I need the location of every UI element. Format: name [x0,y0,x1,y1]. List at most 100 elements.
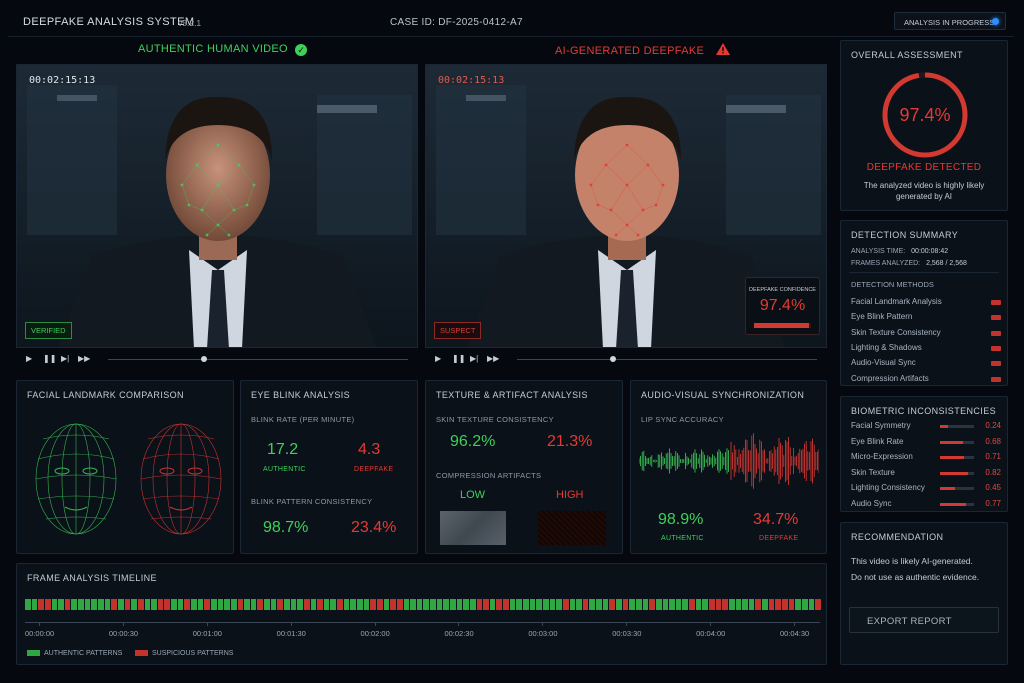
score-ring: 97.4% [882,72,968,158]
eye-blink-title: EYE BLINK ANALYSIS [251,390,351,400]
overall-score: 97.4% [899,105,950,125]
timeline-frame-segment [476,599,483,610]
timeline-frame-segment [456,599,463,610]
detection-method-indicator [991,315,1001,321]
timeline-frame-segment [25,599,31,610]
detection-method-row: Lighting & Shadows [851,343,1001,357]
timeline-ticks: 00:00:00 00:00:30 00:01:00 00:01:30 00:02:00… [25,622,820,642]
timeline-frame-segment [357,599,363,610]
timeline-frame-segment [38,599,44,610]
check-circle-icon: ✓ [295,44,308,56]
timeline-frame-segment [144,599,151,610]
fast-forward-icon[interactable]: ▶▶ [78,354,90,363]
skin-texture-authentic: 96.2% [450,433,496,450]
authentic-video-heading: AUTHENTIC HUMAN VIDEO ✓ [138,43,308,56]
timeline-frame-segment [582,599,589,610]
timeline-tick [374,622,376,626]
timeline-frame-segment [283,599,290,610]
timeline-frame-segment [58,599,64,610]
timeline-frame-segment [662,599,669,610]
timeline-tick [458,622,460,626]
detection-method-row: Skin Texture Consistency [851,328,1001,342]
biometric-level-bar [940,487,974,490]
timeline-frame-segment [622,599,629,610]
overall-verdict: DEEPFAKE DETECTED [866,162,982,173]
timeline-tick [794,622,795,626]
play-icon[interactable]: ▶ [26,354,32,363]
timeline-frame-segment [78,599,84,610]
timeline-frame-segment [197,599,204,610]
pause-icon[interactable]: ❚❚ [452,354,465,363]
fast-forward-icon[interactable]: ▶▶ [487,354,499,363]
eye-blink-panel: EYE BLINK ANALYSIS BLINK RATE (PER MINUT… [240,380,418,554]
overall-assessment-panel: OVERALL ASSESSMENT 97.4% DEEPFAKE DETECT… [840,40,1008,211]
timeline-frame-segment [642,599,649,610]
timeline-frame-segment [542,599,549,610]
authentic-video-player[interactable]: 00:02:15:13 VERIFIED [16,64,418,348]
timeline-frame-segment [350,599,357,610]
timeline-frame-segment [337,599,343,610]
timeline-frame-segment [370,599,376,610]
compression-low-label: LOW [460,489,486,501]
lip-sync-authentic: 98.9% [658,511,704,528]
timeline-frame-segment [98,599,104,610]
skip-next-icon[interactable]: ▶| [61,354,69,363]
detection-method-row: Facial Landmark Analysis [851,297,1001,311]
timeline-frame-segment [71,599,78,610]
timeline-frame-segment [655,599,662,610]
timeline-frame-segment [682,599,689,610]
timeline-frame-segment [410,599,416,610]
timeline-tick-label: 00:00:00 [25,629,55,638]
audio-visual-title: AUDIO-VISUAL SYNCHRONIZATION [641,390,805,400]
timeline-frame-segment [635,599,642,610]
deepfake-video-player[interactable]: 00:02:15:13 SUSPECT DEEPFAKE CONFIDENCE … [425,64,827,348]
authentic-seek-bar[interactable] [108,359,408,360]
export-report-button[interactable]: EXPORT REPORT [849,607,999,633]
biometric-level-bar [940,471,974,475]
analysis-status-badge: ANALYSIS IN PROGRESS [894,12,1006,30]
deepfake-seek-handle[interactable] [610,356,616,362]
audio-waveform [639,433,819,489]
timeline-frame-segment [768,599,775,610]
biometric-level-bar [940,440,974,444]
low-artifact-swatch [440,511,506,545]
timeline-frame-segment [722,599,728,610]
confidence-value: 97.4% [759,297,806,314]
header-bar: DEEPFAKE ANALYSIS SYSTEM v5.2.1 CASE ID:… [8,9,1014,37]
deepfake-video-timestamp: 00:02:15:13 [438,75,505,86]
lip-sync-authentic-caption: AUTHENTIC [661,535,704,542]
deepfake-seek-bar[interactable] [517,359,817,360]
biometric-label: Micro-Expression [851,452,913,461]
biometric-level-fill [940,502,967,506]
timeline-frame-segment [523,599,529,610]
authentic-seek-handle[interactable] [201,356,207,362]
timeline-frame-segment [589,599,596,610]
play-icon[interactable]: ▶ [435,354,441,363]
timeline-frame-segment [609,599,616,610]
timeline-frame-segment [264,599,270,610]
biometric-title: BIOMETRIC INCONSISTENCIES [851,406,997,416]
confidence-bar [754,323,811,328]
detection-method-label: Compression Artifacts [851,373,929,383]
timeline-frame-segment [815,599,821,610]
timeline-frame-segment [363,599,370,610]
biometric-level-fill [940,440,964,444]
timeline-frame-segment [755,599,762,610]
legend-authentic: AUTHENTIC PATTERNS [27,650,122,657]
timeline-frame-segment [177,599,184,610]
deepfake-video-heading: AI-GENERATED DEEPFAKE [555,43,730,57]
timeline-frame-strip[interactable] [25,599,821,610]
pause-icon[interactable]: ❚❚ [43,354,56,363]
biometric-label: Skin Texture [851,467,895,477]
timeline-frame-segment [762,599,768,610]
detection-summary-panel: DETECTION SUMMARY ANALYSIS TIME: 00:00:0… [840,220,1008,386]
recommendation-line-2: Do not use as authentic evidence. [851,572,980,582]
timeline-tick-label: 00:00:30 [108,629,139,638]
timeline-tick [39,622,40,626]
biometric-level-fill [940,487,956,490]
timeline-frame-segment [210,599,217,610]
skip-next-icon[interactable]: ▶| [470,354,478,363]
timeline-frame-segment [436,599,443,610]
timeline-tick-label: 00:04:30 [780,629,810,638]
timeline-frame-segment [383,599,390,610]
